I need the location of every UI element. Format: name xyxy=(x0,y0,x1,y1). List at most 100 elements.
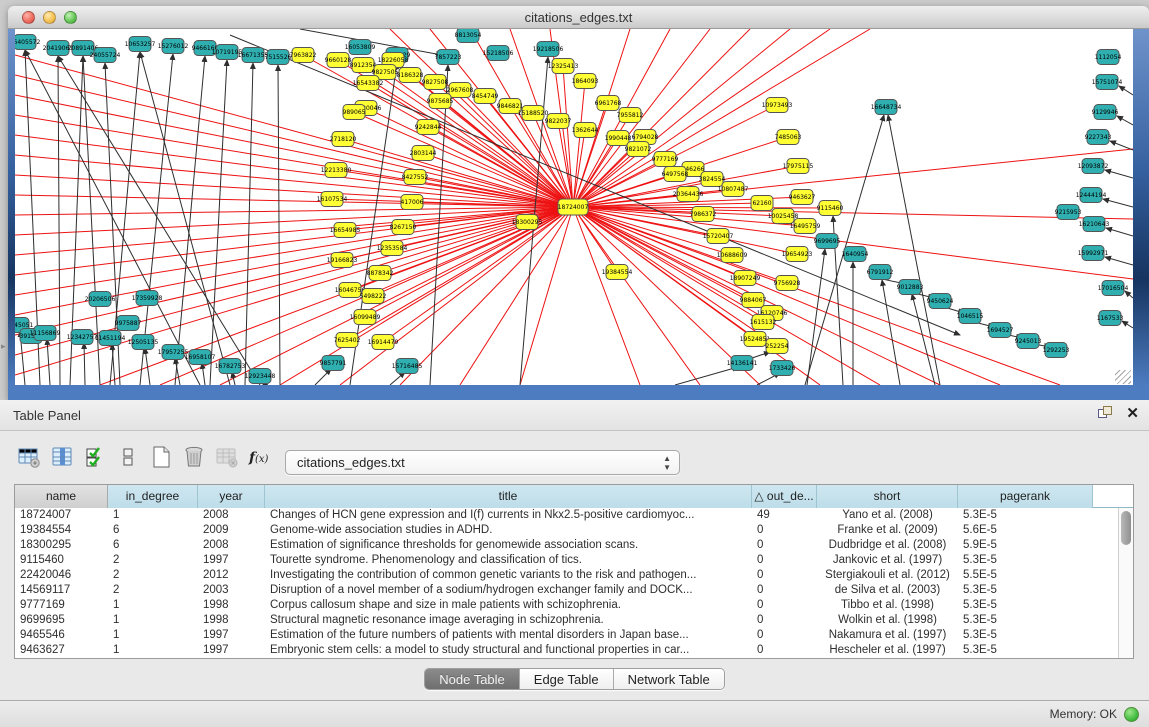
column-header-pagerank[interactable]: pagerank xyxy=(958,485,1093,508)
graph-node[interactable]: 9012883 xyxy=(897,280,924,295)
selected-edge[interactable] xyxy=(573,207,640,385)
column-header-short[interactable]: short xyxy=(817,485,958,508)
graph-node-selected[interactable]: 989065 xyxy=(343,105,366,120)
graph-node-selected[interactable]: 1864093 xyxy=(572,74,599,89)
graph-node[interactable]: 1292253 xyxy=(1043,343,1070,358)
table-row[interactable]: 1456911722003Disruption of a novel membe… xyxy=(15,583,1133,598)
graph-node-selected[interactable]: 7485063 xyxy=(775,130,802,145)
graph-node[interactable]: 9129946 xyxy=(1092,105,1119,120)
graph-node[interactable]: 8813054 xyxy=(455,29,482,43)
graph-node[interactable]: 11451194 xyxy=(95,331,126,346)
graph-node[interactable]: 17016504 xyxy=(1098,281,1129,296)
table-selector-dropdown[interactable]: citations_edges.txt ▲▼ xyxy=(285,450,680,475)
graph-node-selected[interactable]: 15720407 xyxy=(703,229,734,244)
graph-node[interactable]: 20206506 xyxy=(85,292,116,307)
float-panel-icon[interactable] xyxy=(1098,406,1114,422)
graph-node[interactable]: 11156869 xyxy=(30,326,61,341)
graph-node[interactable]: 12093872 xyxy=(1078,159,1109,174)
tab-network-table[interactable]: Network Table xyxy=(614,669,724,689)
graph-node[interactable]: 16782753 xyxy=(215,359,246,374)
graph-node[interactable]: 12505135 xyxy=(128,335,159,350)
graph-node[interactable]: 15751074 xyxy=(1092,75,1123,90)
graph-node[interactable]: 15716485 xyxy=(392,359,423,374)
graph-node-selected[interactable]: 2803144 xyxy=(410,146,437,161)
graph-node-selected[interactable]: 7955812 xyxy=(617,108,644,123)
graph-node[interactable]: 9975887 xyxy=(115,316,142,331)
graph-node-selected[interactable]: 7625402 xyxy=(334,333,361,348)
graph-node-selected[interactable]: 8454749 xyxy=(472,89,499,104)
graph-node[interactable]: 16210643 xyxy=(1079,217,1110,232)
graph-node[interactable]: 9699695 xyxy=(814,234,841,249)
graph-node-selected[interactable]: 8267150 xyxy=(390,220,417,235)
graph-node[interactable]: 1167533 xyxy=(1097,311,1124,326)
column-header-year[interactable]: year xyxy=(198,485,265,508)
graph-node[interactable]: 24055724 xyxy=(90,48,121,63)
graph-node-selected[interactable]: 252254 xyxy=(766,339,789,354)
table-settings-icon[interactable] xyxy=(16,444,42,470)
select-columns-icon[interactable] xyxy=(82,444,108,470)
graph-node-selected[interactable]: 6497568 xyxy=(662,167,689,182)
graph-node[interactable]: 15218506 xyxy=(483,46,514,61)
graph-edge[interactable] xyxy=(1103,199,1133,207)
graph-node-selected[interactable]: 5498222 xyxy=(360,289,387,304)
graph-node-selected[interactable]: 7986372 xyxy=(690,207,717,222)
column-header-in_degree[interactable]: in_degree xyxy=(108,485,198,508)
graph-edge[interactable] xyxy=(140,52,230,385)
graph-node-selected[interactable]: 9115460 xyxy=(817,201,844,216)
graph-node[interactable]: 1046515 xyxy=(957,309,984,324)
selected-edge[interactable] xyxy=(15,155,573,207)
graph-node[interactable]: 6791912 xyxy=(867,265,894,280)
table-row[interactable]: 946554611997Estimation of the future num… xyxy=(15,628,1133,643)
table-row[interactable]: 911546021997Tourette syndrome. Phenomeno… xyxy=(15,553,1133,568)
graph-edge[interactable] xyxy=(315,369,331,385)
graph-node[interactable]: 12923448 xyxy=(245,369,276,384)
graph-node[interactable]: 17359928 xyxy=(132,291,163,306)
graph-node-selected[interactable]: 12353584 xyxy=(377,241,408,256)
graph-edge[interactable] xyxy=(1125,291,1133,298)
table-row[interactable]: 1872400712008Changes of HCN gene express… xyxy=(15,508,1133,523)
tab-node-table[interactable]: Node Table xyxy=(425,669,520,689)
graph-node[interactable]: 16405572 xyxy=(15,35,40,50)
graph-edge[interactable] xyxy=(1106,228,1133,236)
graph-node[interactable]: 9450624 xyxy=(927,294,954,309)
selected-edge[interactable] xyxy=(573,207,617,272)
graph-edge[interactable] xyxy=(245,63,253,385)
graph-node-selected[interactable]: 1615132 xyxy=(750,315,777,330)
column-header-out_de[interactable]: △ out_de... xyxy=(752,485,817,508)
graph-node[interactable]: 9215953 xyxy=(1055,205,1082,220)
selected-edge[interactable] xyxy=(573,207,1060,385)
graph-node[interactable]: 12342757 xyxy=(67,330,98,345)
graph-node[interactable]: 10653257 xyxy=(125,37,156,52)
graph-node-selected[interactable]: 9821072 xyxy=(625,142,652,157)
graph-node-selected[interactable]: 17975115 xyxy=(783,159,814,174)
selected-edge[interactable] xyxy=(460,207,573,385)
graph-node-selected[interactable]: 8427552 xyxy=(402,170,429,185)
graph-node-selected[interactable]: 9875685 xyxy=(427,94,454,109)
selected-edge[interactable] xyxy=(15,195,573,207)
show-columns-icon[interactable] xyxy=(49,444,75,470)
graph-node-selected[interactable]: 20364436 xyxy=(673,187,704,202)
function-builder-icon[interactable]: f(x) xyxy=(247,444,273,470)
network-graph[interactable]: 1640557220419061208914062405572410653257… xyxy=(15,29,1133,385)
graph-edge[interactable] xyxy=(882,280,900,385)
graph-edge[interactable] xyxy=(888,115,940,385)
column-header-name[interactable]: name xyxy=(15,485,108,508)
graph-node-selected[interactable]: 62160 xyxy=(751,196,773,211)
vertical-scrollbar[interactable] xyxy=(1118,508,1133,658)
delete-table-icon[interactable] xyxy=(214,444,240,470)
graph-node-selected[interactable]: 10973493 xyxy=(762,98,793,113)
graph-node-selected[interactable]: 9756928 xyxy=(774,276,801,291)
delete-icon[interactable] xyxy=(181,444,207,470)
graph-node-selected[interactable]: 8878342 xyxy=(367,266,394,281)
graph-edge[interactable] xyxy=(1119,86,1133,95)
graph-node[interactable]: 15276012 xyxy=(158,39,189,54)
graph-node[interactable]: 1694527 xyxy=(987,323,1014,338)
graph-node[interactable]: 12444194 xyxy=(1076,188,1107,203)
graph-node-selected[interactable]: 7963822 xyxy=(290,48,317,63)
selected-edge[interactable] xyxy=(368,83,573,207)
tab-edge-table[interactable]: Edge Table xyxy=(520,669,614,689)
table-row[interactable]: 946362711997Embryonic stem cells: a mode… xyxy=(15,643,1133,658)
graph-node[interactable]: 9245013 xyxy=(1015,334,1042,349)
graph-node-selected[interactable]: 9827508 xyxy=(422,75,449,90)
graph-node-selected[interactable]: 12325413 xyxy=(548,59,579,74)
